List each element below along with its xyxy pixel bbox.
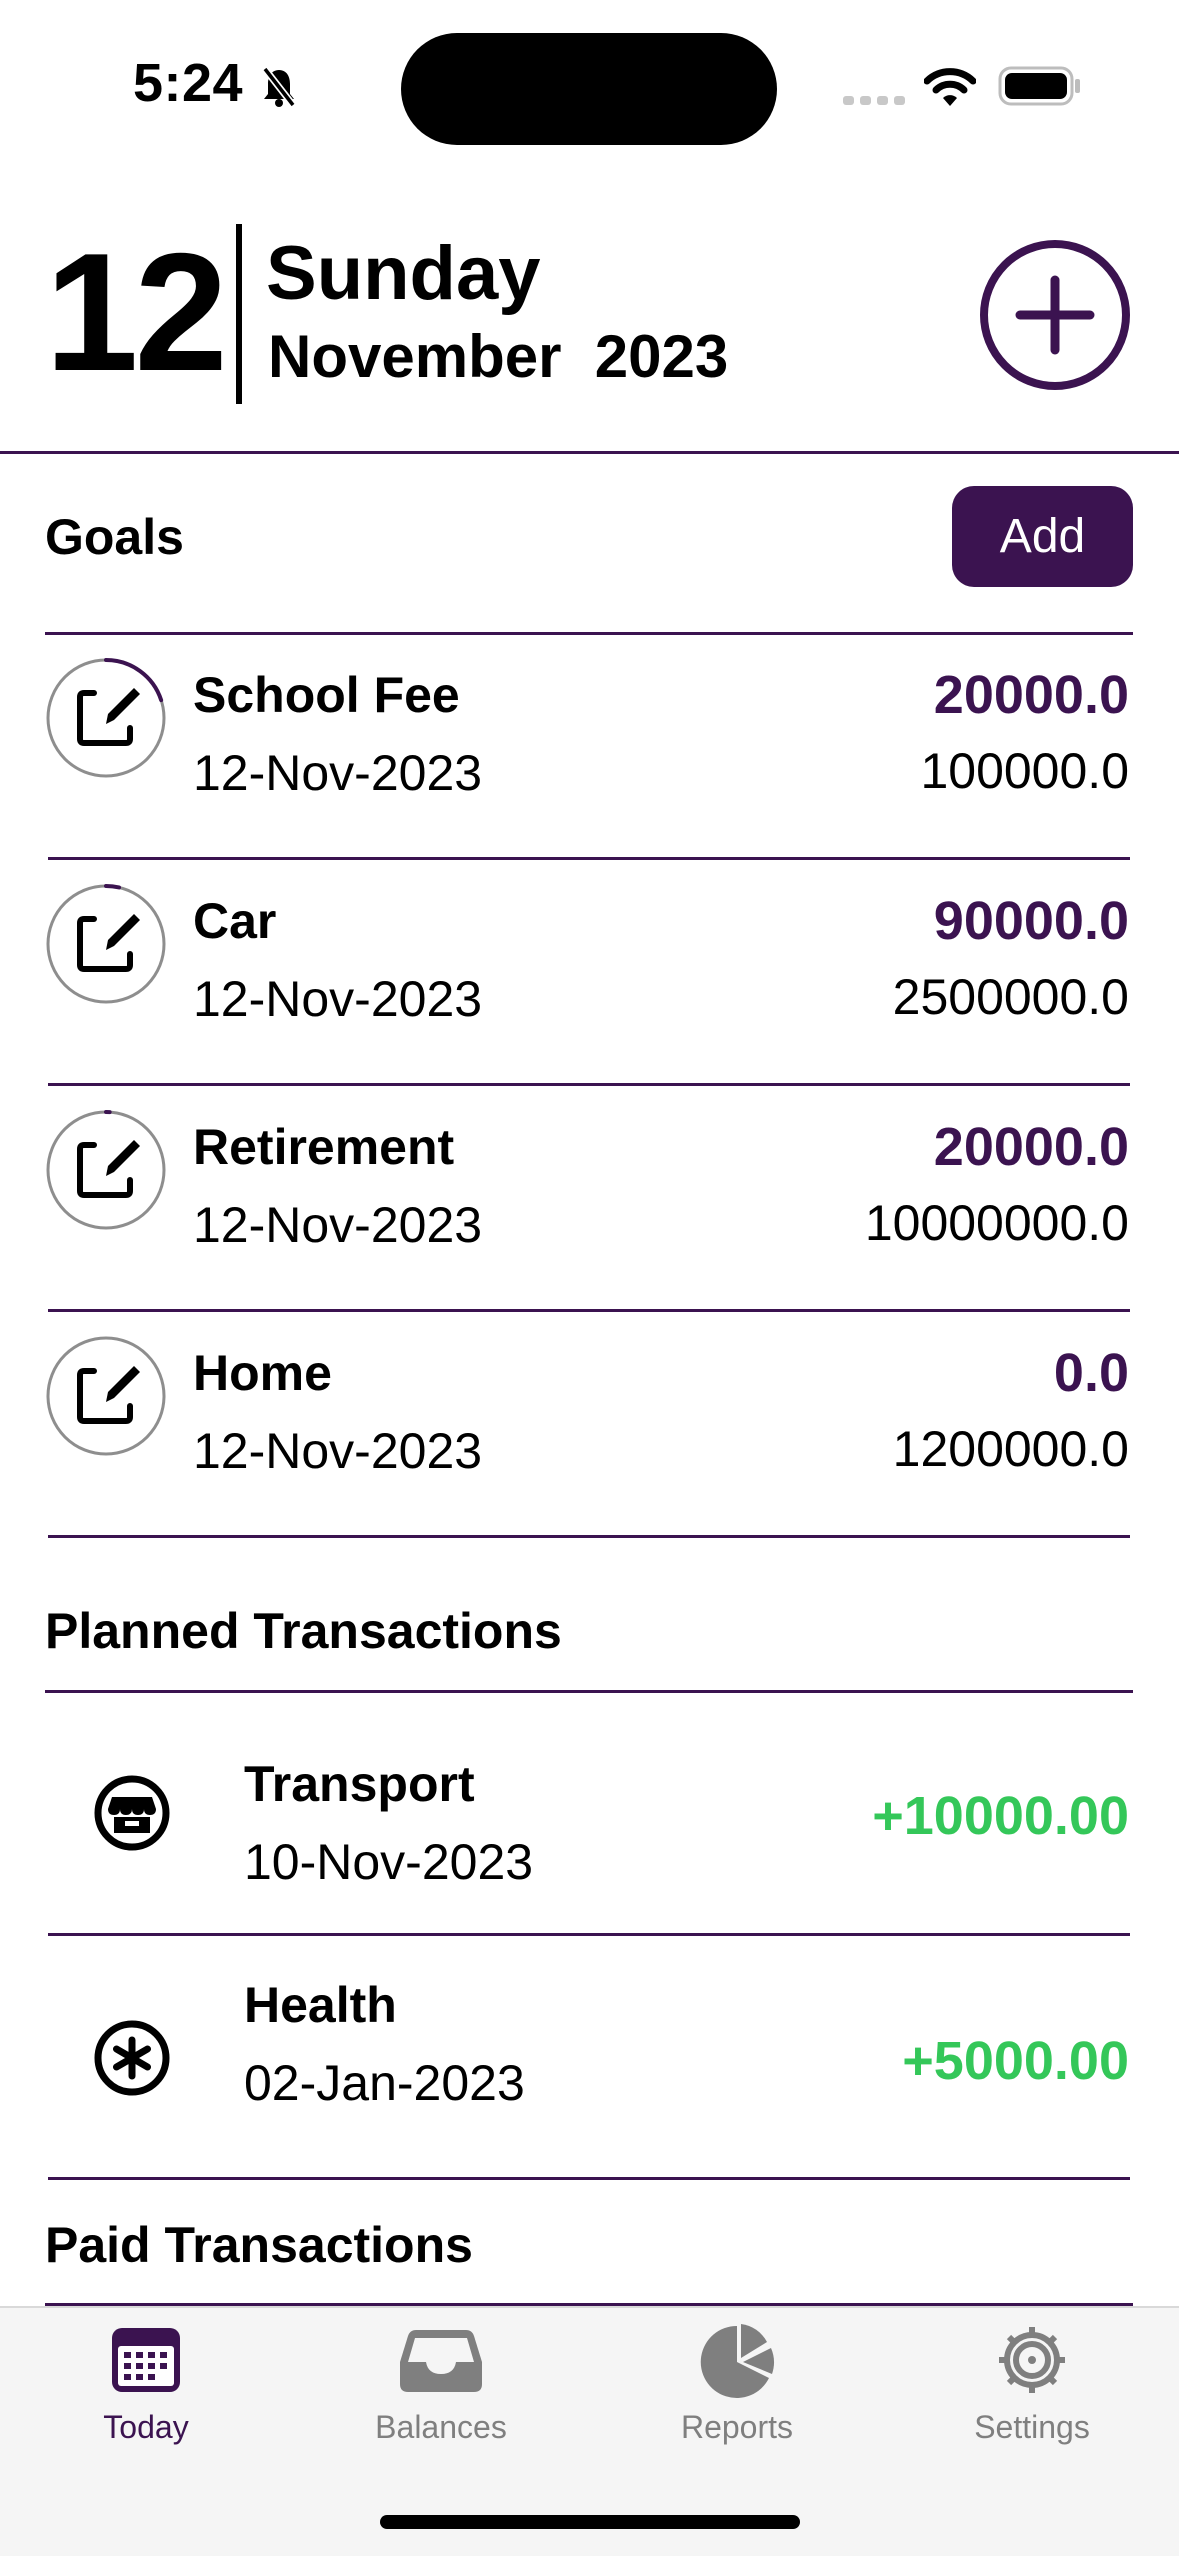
tab-label: Reports (680, 2409, 794, 2445)
transaction-amount: +5000.00 (902, 2031, 1129, 2091)
silent-bell-icon (262, 66, 296, 108)
tab-reports[interactable]: Reports (607, 2322, 867, 2446)
goal-date: 12-Nov-2023 (193, 1423, 483, 1479)
goals-title: Goals (45, 509, 184, 565)
tab-label: Settings (974, 2409, 1090, 2445)
goal-saved-amount: 20000.0 (933, 665, 1129, 725)
wifi-icon (924, 68, 976, 106)
tab-settings[interactable]: Settings (902, 2322, 1162, 2446)
header-divider (236, 224, 242, 404)
goal-name: School Fee (193, 667, 460, 723)
goal-date: 12-Nov-2023 (193, 971, 483, 1027)
goal-name: Home (193, 1345, 332, 1401)
tray-icon (400, 2330, 482, 2392)
goal-date: 12-Nov-2023 (193, 1197, 483, 1253)
goal-target-amount: 10000000.0 (864, 1195, 1129, 1251)
weekday-label: Sunday (266, 231, 541, 316)
transaction-date: 10-Nov-2023 (244, 1834, 534, 1890)
transaction-row[interactable]: Health 02-Jan-2023 +5000.00 (0, 1936, 1179, 2176)
goal-progress-ring (46, 884, 166, 1004)
tab-today[interactable]: Today (16, 2322, 276, 2446)
tab-label: Today (103, 2409, 189, 2445)
goal-progress-ring (46, 1336, 166, 1456)
goal-saved-amount: 90000.0 (933, 891, 1129, 951)
transaction-row[interactable]: Transport 10-Nov-2023 +10000.00 (0, 1693, 1179, 1933)
month-year-label: November 2023 (268, 323, 729, 390)
asterisk-icon (94, 2020, 170, 2096)
gear-icon (999, 2327, 1065, 2393)
paid-transactions-title: Paid Transactions (45, 2217, 473, 2273)
add-transaction-button[interactable] (980, 240, 1130, 390)
transaction-name: Health (244, 1977, 397, 2033)
goal-row[interactable]: Home 12-Nov-2023 0.0 1200000.0 (0, 1312, 1179, 1537)
header-separator (0, 451, 1179, 454)
plus-icon (1015, 275, 1095, 355)
goal-target-amount: 100000.0 (920, 743, 1129, 799)
signal-icon (843, 96, 905, 105)
goal-target-amount: 1200000.0 (892, 1421, 1129, 1477)
goal-saved-amount: 20000.0 (933, 1117, 1129, 1177)
goal-row[interactable]: Retirement 12-Nov-2023 20000.0 10000000.… (0, 1086, 1179, 1311)
home-indicator (380, 2515, 800, 2529)
tab-balances[interactable]: Balances (311, 2322, 571, 2446)
edit-icon (77, 688, 140, 746)
row-separator (48, 2177, 1130, 2180)
transaction-date: 02-Jan-2023 (244, 2055, 525, 2111)
calendar-icon (112, 2328, 180, 2392)
store-icon (94, 1775, 170, 1851)
status-time: 5:24 (133, 53, 244, 113)
goal-target-amount: 2500000.0 (892, 969, 1129, 1025)
battery-icon (998, 66, 1080, 106)
tab-label: Balances (375, 2409, 507, 2445)
row-separator (48, 1535, 1130, 1538)
edit-icon (77, 1366, 140, 1424)
planned-transactions-title: Planned Transactions (45, 1603, 562, 1659)
goal-progress-ring (46, 658, 166, 778)
goal-date: 12-Nov-2023 (193, 745, 483, 801)
goal-name: Car (193, 893, 277, 949)
goal-row[interactable]: School Fee 12-Nov-2023 20000.0 100000.0 (0, 634, 1179, 859)
add-goal-button[interactable]: Add (952, 486, 1133, 587)
dynamic-island (401, 33, 777, 145)
goal-progress-ring (46, 1110, 166, 1230)
transaction-amount: +10000.00 (872, 1786, 1129, 1846)
day-number: 12 (45, 218, 228, 406)
edit-icon (77, 1140, 140, 1198)
goal-name: Retirement (193, 1119, 455, 1175)
edit-icon (77, 914, 140, 972)
goal-saved-amount: 0.0 (1053, 1343, 1129, 1403)
transaction-name: Transport (244, 1756, 475, 1812)
pie-chart-icon (700, 2324, 774, 2398)
goal-row[interactable]: Car 12-Nov-2023 90000.0 2500000.0 (0, 860, 1179, 1085)
